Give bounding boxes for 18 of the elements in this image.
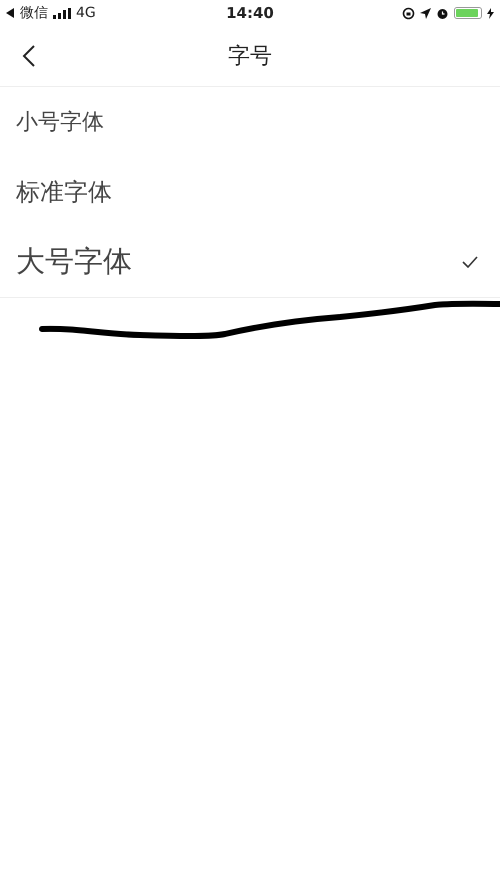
back-app-label[interactable]: 微信: [20, 4, 48, 22]
location-arrow-icon: [420, 8, 431, 18]
battery-icon: [454, 7, 482, 19]
font-size-option[interactable]: 大号字体: [0, 227, 500, 298]
font-size-option[interactable]: 小号字体: [0, 87, 500, 157]
alarm-clock-icon: [436, 6, 449, 20]
rotation-lock-icon: [402, 6, 415, 20]
checkmark-icon: [462, 256, 478, 268]
charging-bolt-icon: [487, 8, 494, 18]
option-label: 标准字体: [16, 177, 112, 208]
signal-icon: [53, 8, 71, 18]
option-label: 小号字体: [16, 109, 104, 137]
network-label: 4G: [76, 5, 96, 21]
back-triangle-icon: [6, 8, 15, 18]
status-time: 14:40: [226, 4, 274, 22]
nav-title: 字号: [228, 43, 272, 71]
option-label: 大号字体: [16, 243, 132, 280]
font-size-option[interactable]: 标准字体: [0, 157, 500, 227]
